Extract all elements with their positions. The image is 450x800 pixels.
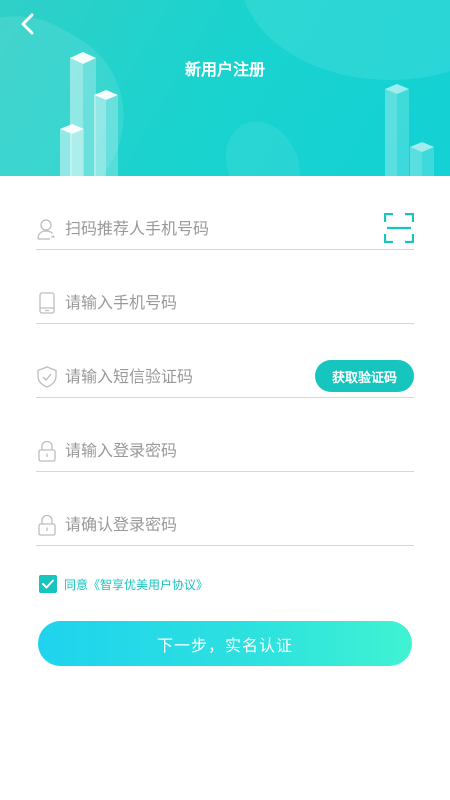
agreement-prefix: 同意 xyxy=(64,577,89,592)
lock-icon xyxy=(38,440,56,462)
shield-icon xyxy=(37,366,57,388)
agreement-link[interactable]: 《智享优美用户协议》 xyxy=(88,578,208,592)
password-input[interactable] xyxy=(65,438,414,462)
user-icon xyxy=(37,219,56,240)
back-button[interactable] xyxy=(12,8,44,40)
phone-icon xyxy=(39,292,55,314)
next-step-button[interactable]: 下一步，实名认证 xyxy=(38,621,412,666)
building-illustration xyxy=(410,142,434,176)
referrer-field xyxy=(36,176,415,250)
confirm-password-input[interactable] xyxy=(65,512,414,536)
agreement-text: 同意《智享优美用户协议》 xyxy=(64,576,208,593)
sms-code-field: 获取验证码 xyxy=(36,324,414,398)
checkmark-icon xyxy=(42,579,54,589)
scan-icon xyxy=(383,212,415,244)
agreement-row: 同意《智享优美用户协议》 xyxy=(39,575,208,593)
get-code-button[interactable]: 获取验证码 xyxy=(315,360,414,392)
page-title: 新用户注册 xyxy=(184,60,265,79)
phone-field xyxy=(36,250,414,324)
building-illustration xyxy=(385,84,409,176)
decor-blob xyxy=(212,109,314,176)
registration-form: 获取验证码 xyxy=(36,176,415,546)
header-banner: 新用户注册 xyxy=(0,0,450,176)
lock-icon xyxy=(38,514,56,536)
confirm-password-field xyxy=(36,472,414,546)
phone-input[interactable] xyxy=(65,290,414,314)
referrer-phone-input[interactable] xyxy=(65,216,414,240)
chevron-left-icon xyxy=(21,13,34,35)
agree-checkbox[interactable] xyxy=(39,575,57,593)
password-field xyxy=(36,398,414,472)
building-illustration xyxy=(60,124,84,176)
scan-button[interactable] xyxy=(383,212,415,244)
building-illustration xyxy=(94,90,118,176)
